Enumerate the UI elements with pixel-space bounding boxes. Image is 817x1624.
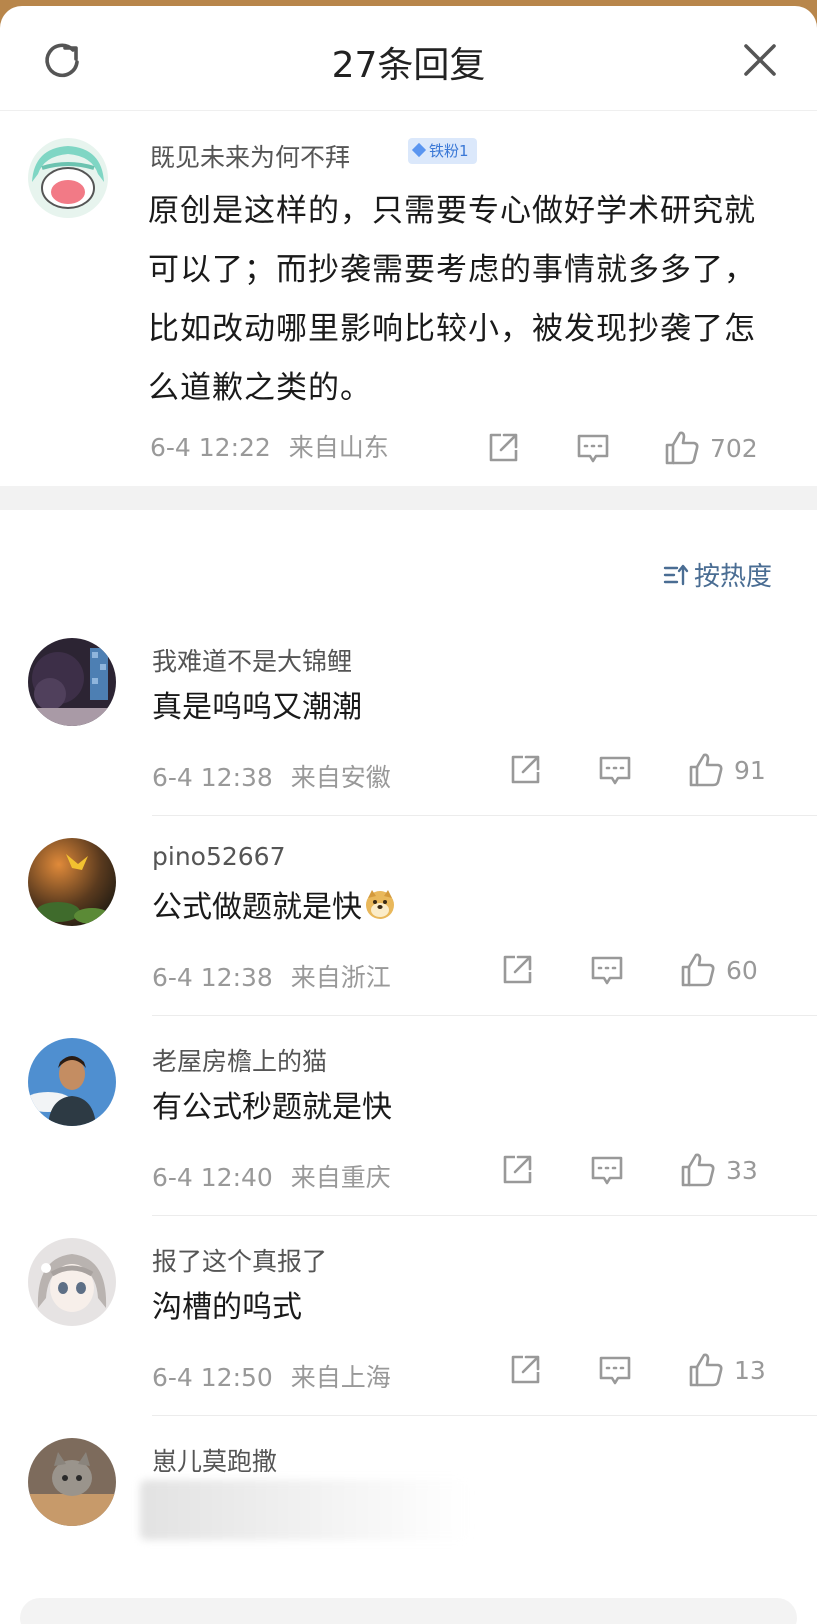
reply-meta: 6-4 12:38 来自安徽 — [152, 758, 391, 794]
blurred-overlay — [140, 1480, 470, 1540]
reply-text: 公式做题就是快 — [152, 890, 362, 925]
fan-badge: 铁粉1 — [408, 138, 477, 164]
reply-text-row: 公式做题就是快 — [152, 882, 396, 926]
share-icon — [511, 755, 540, 784]
share-icon — [503, 1155, 532, 1184]
avatar[interactable] — [28, 838, 116, 926]
comment-location: 来自山东 — [288, 433, 389, 462]
share-icon — [503, 955, 532, 984]
comment-icon — [599, 756, 631, 785]
comment-button[interactable] — [588, 1150, 626, 1190]
comment-button[interactable] — [596, 1350, 634, 1390]
reply-sheet: 27条回复 既见未来为何不拜 铁粉1 原创是这样的，只需要专心做好学术研究就可以… — [0, 6, 817, 1624]
section-divider — [0, 486, 817, 510]
sheet-header: 27条回复 — [0, 6, 817, 111]
comment-icon — [591, 1156, 623, 1185]
share-button[interactable] — [498, 1150, 536, 1190]
reply-text: 沟槽的呜式 — [152, 1290, 302, 1325]
comment-date: 6-4 12:22 — [150, 433, 271, 462]
page-title: 27条回复 — [331, 45, 486, 86]
avatar[interactable] — [28, 1038, 116, 1126]
reply-meta: 6-4 12:50 来自上海 — [152, 1358, 391, 1394]
reply-date: 6-4 12:50 — [152, 1363, 273, 1392]
reply-location: 来自重庆 — [290, 1163, 391, 1192]
reply-item: 报了这个真报了 沟槽的呜式 6-4 12:50 来自上海 13 — [0, 1210, 817, 1416]
comment-icon — [577, 434, 609, 463]
comment-username[interactable]: 既见未来为何不拜 — [150, 138, 350, 174]
sort-button[interactable]: 按热度 — [662, 556, 772, 593]
reply-item: 老屋房檐上的猫 有公式秒题就是快 6-4 12:40 来自重庆 33 — [0, 1010, 817, 1216]
comment-button[interactable] — [596, 750, 634, 790]
share-icon — [489, 433, 518, 462]
avatar[interactable] — [28, 638, 116, 726]
like-button[interactable]: 33 — [678, 1150, 758, 1190]
comment-icon — [591, 956, 623, 985]
thumbs-up-icon — [681, 1153, 715, 1187]
close-icon[interactable] — [740, 40, 780, 80]
reply-username[interactable]: pino52667 — [152, 842, 285, 871]
like-button[interactable]: 60 — [678, 950, 758, 990]
thumbs-up-icon — [665, 431, 699, 465]
share-button[interactable] — [484, 428, 522, 468]
sort-label: 按热度 — [694, 562, 773, 592]
reply-text: 有公式秒题就是快 — [152, 1090, 392, 1125]
doge-emoji — [366, 890, 394, 919]
sort-icon — [663, 564, 689, 585]
main-comment: 既见未来为何不拜 铁粉1 原创是这样的，只需要专心做好学术研究就可以了；而抄袭需… — [0, 110, 817, 486]
badge-label: 铁粉1 — [429, 142, 469, 160]
thumbs-up-icon — [681, 953, 715, 987]
avatar[interactable] — [28, 1238, 116, 1326]
reply-meta: 6-4 12:38 来自浙江 — [152, 958, 391, 994]
reply-item: pino52667 公式做题就是快 6-4 12:38 来自浙江 60 — [0, 810, 817, 1016]
comment-icon — [599, 1356, 631, 1385]
reply-location: 来自安徽 — [290, 763, 391, 792]
comment-text: 原创是这样的，只需要专心做好学术研究就可以了；而抄袭需要考虑的事情就多多了，比如… — [148, 193, 756, 406]
comment-button[interactable] — [588, 950, 626, 990]
like-count: 702 — [710, 433, 758, 463]
like-count: 60 — [726, 955, 758, 985]
like-count: 91 — [734, 755, 766, 785]
share-button[interactable] — [506, 750, 544, 790]
share-button[interactable] — [498, 950, 536, 990]
reply-date: 6-4 12:40 — [152, 1163, 273, 1192]
reply-date: 6-4 12:38 — [152, 963, 273, 992]
reply-location: 来自浙江 — [290, 963, 391, 992]
reply-username[interactable]: 老屋房檐上的猫 — [152, 1042, 327, 1078]
like-button[interactable]: 91 — [686, 750, 766, 790]
comment-button[interactable] — [574, 428, 612, 468]
like-count: 13 — [734, 1355, 766, 1385]
like-count: 33 — [726, 1155, 758, 1185]
reply-username[interactable]: 我难道不是大锦鲤 — [152, 642, 352, 678]
thumbs-up-icon — [689, 753, 723, 787]
reply-date: 6-4 12:38 — [152, 763, 273, 792]
like-button[interactable]: 702 — [662, 428, 758, 468]
avatar[interactable] — [28, 1438, 116, 1526]
reply-text: 真是呜呜又潮潮 — [152, 690, 362, 725]
share-button[interactable] — [506, 1350, 544, 1390]
avatar[interactable] — [28, 138, 108, 218]
like-button[interactable]: 13 — [686, 1350, 766, 1390]
reply-username[interactable]: 崽儿莫跑撒 — [152, 1442, 277, 1478]
reply-username[interactable]: 报了这个真报了 — [152, 1242, 327, 1278]
reply-item: 我难道不是大锦鲤 真是呜呜又潮潮 6-4 12:38 来自安徽 91 — [0, 610, 817, 816]
share-icon — [511, 1355, 540, 1384]
reply-meta: 6-4 12:40 来自重庆 — [152, 1158, 391, 1194]
thumbs-up-icon — [689, 1353, 723, 1387]
comment-meta: 6-4 12:22 来自山东 — [150, 428, 389, 464]
reply-input-bar[interactable] — [20, 1598, 797, 1624]
reply-location: 来自上海 — [290, 1363, 391, 1392]
diamond-icon — [411, 142, 427, 158]
